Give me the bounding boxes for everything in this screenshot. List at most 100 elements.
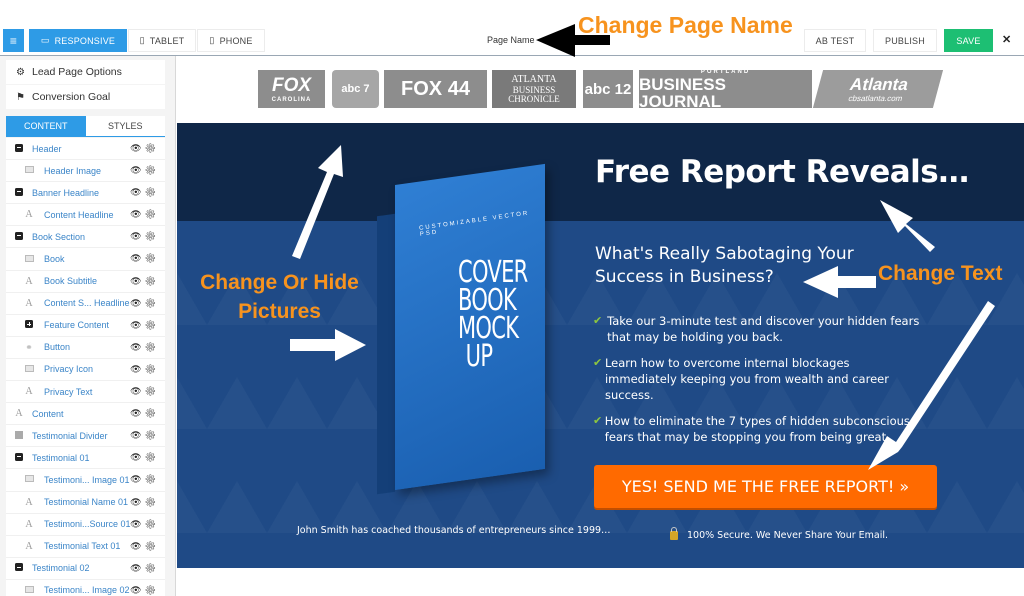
conversion-goal-label: Conversion Goal xyxy=(32,91,111,103)
logo-atlanta-business-chronicle: ATLANTA BUSINESS CHRONICLE xyxy=(492,70,576,108)
gear-icon[interactable]: ⚙ xyxy=(145,408,159,418)
subheadline[interactable]: What's Really Sabotaging Your Success in… xyxy=(595,243,895,289)
tree-item[interactable]: Testimonial 02 👁⚙ xyxy=(6,557,165,580)
eye-icon[interactable]: 👁 xyxy=(130,563,144,573)
gear-icon[interactable]: ⚙ xyxy=(145,165,159,175)
tree-item[interactable]: Header Image 👁⚙ xyxy=(6,160,165,183)
tree-item[interactable]: Feature Content 👁⚙ xyxy=(6,314,165,337)
collapse-icon[interactable] xyxy=(15,187,23,196)
collapse-icon[interactable] xyxy=(15,231,23,240)
tree-item-label: Header xyxy=(32,143,62,154)
eye-icon[interactable]: 👁 xyxy=(130,209,144,219)
logo-subtext: PORTLAND xyxy=(700,68,751,75)
tree-item[interactable]: A Privacy Text 👁⚙ xyxy=(6,381,165,404)
lead-page-options-button[interactable]: ⚙ Lead Page Options xyxy=(6,60,165,84)
feature-list[interactable]: ✔ Take our 3-minute test and discover you… xyxy=(593,313,923,455)
tree-item[interactable]: A Content 👁⚙ xyxy=(6,403,165,426)
tree-item[interactable]: A Content S... Headline 👁⚙ xyxy=(6,292,165,315)
ab-test-button[interactable]: AB TEST xyxy=(804,29,866,52)
tablet-view-button[interactable]: ▯ TABLET xyxy=(128,29,196,52)
eye-icon[interactable]: 👁 xyxy=(130,143,144,153)
book-image[interactable]: CUSTOMIZABLE VECTOR PSD COVER BOOK MOCK … xyxy=(377,163,547,495)
tree-item[interactable]: A Content Headline 👁⚙ xyxy=(6,204,165,227)
gear-icon[interactable]: ⚙ xyxy=(145,563,159,573)
gear-icon[interactable]: ⚙ xyxy=(145,276,159,286)
gear-icon[interactable]: ⚙ xyxy=(145,474,159,484)
logo-subtext: BUSINESS CHRONICLE xyxy=(508,84,560,104)
send-report-button[interactable]: YES! SEND ME THE FREE REPORT! » xyxy=(594,465,937,508)
tree-item[interactable]: Testimoni... Image 01 👁⚙ xyxy=(6,469,165,492)
eye-icon[interactable]: 👁 xyxy=(130,497,144,507)
phone-view-button[interactable]: ▯ PHONE xyxy=(197,29,265,52)
gear-icon[interactable]: ⚙ xyxy=(145,430,159,440)
tree-item[interactable]: A Book Subtitle 👁⚙ xyxy=(6,270,165,293)
tree-item[interactable]: A Testimonial Text 01 👁⚙ xyxy=(6,535,165,558)
gear-icon[interactable]: ⚙ xyxy=(145,231,159,241)
eye-icon[interactable]: 👁 xyxy=(130,276,144,286)
tree-item[interactable]: A Testimonial Name 01 👁⚙ xyxy=(6,491,165,514)
publish-button[interactable]: PUBLISH xyxy=(873,29,937,52)
gear-icon[interactable]: ⚙ xyxy=(145,209,159,219)
logo-bar[interactable]: FOX CAROLINA abc 7 FOX 44 ATLANTA BUSINESS… xyxy=(177,56,1024,123)
eye-icon[interactable]: 👁 xyxy=(130,386,144,396)
eye-icon[interactable]: 👁 xyxy=(130,320,144,330)
eye-icon[interactable]: 👁 xyxy=(130,408,144,418)
tree-item[interactable]: Book 👁⚙ xyxy=(6,248,165,271)
annotation-change-pictures: Change Or Hide Pictures xyxy=(200,271,359,323)
gear-icon[interactable]: ⚙ xyxy=(145,143,159,153)
gear-icon[interactable]: ⚙ xyxy=(145,253,159,263)
eye-icon[interactable]: 👁 xyxy=(130,298,144,308)
collapse-icon[interactable] xyxy=(15,563,23,572)
text-icon: A xyxy=(25,496,33,508)
eye-icon[interactable]: 👁 xyxy=(130,452,144,462)
gear-icon[interactable]: ⚙ xyxy=(145,519,159,529)
tree-item[interactable]: A Testimoni...Source 01 👁⚙ xyxy=(6,513,165,536)
eye-icon[interactable]: 👁 xyxy=(130,364,144,374)
eye-icon[interactable]: 👁 xyxy=(130,165,144,175)
conversion-goal-button[interactable]: ⚑ Conversion Goal xyxy=(6,85,165,109)
gear-icon[interactable]: ⚙ xyxy=(145,386,159,396)
gear-icon[interactable]: ⚙ xyxy=(145,585,159,595)
eye-icon[interactable]: 👁 xyxy=(130,342,144,352)
eye-icon[interactable]: 👁 xyxy=(130,253,144,263)
tree-item[interactable]: ⚭ Button 👁⚙ xyxy=(6,336,165,359)
tree-item[interactable]: Banner Headline 👁⚙ xyxy=(6,182,165,205)
eye-icon[interactable]: 👁 xyxy=(130,541,144,551)
feature-text: Take our 3-minute test and discover your… xyxy=(607,314,920,344)
tree-item[interactable]: Testimonial 01 👁⚙ xyxy=(6,447,165,470)
menu-button[interactable]: ≡ xyxy=(3,29,24,52)
tree-item[interactable]: Privacy Icon 👁⚙ xyxy=(6,358,165,382)
tree-item[interactable]: Testimonial Divider 👁⚙ xyxy=(6,425,165,448)
responsive-view-button[interactable]: ▭ RESPONSIVE xyxy=(29,29,127,52)
eye-icon[interactable]: 👁 xyxy=(130,519,144,529)
gear-icon[interactable]: ⚙ xyxy=(145,364,159,374)
gear-icon[interactable]: ⚙ xyxy=(145,187,159,197)
collapse-icon[interactable] xyxy=(15,143,23,152)
gear-icon[interactable]: ⚙ xyxy=(145,497,159,507)
eye-icon[interactable]: 👁 xyxy=(130,187,144,197)
gear-icon[interactable]: ⚙ xyxy=(145,541,159,551)
tab-content[interactable]: CONTENT xyxy=(6,116,86,136)
tree-item[interactable]: Testimoni... Image 02 👁⚙ xyxy=(6,579,165,596)
check-icon: ✔ xyxy=(593,356,603,369)
eye-icon[interactable]: 👁 xyxy=(130,430,144,440)
eye-icon[interactable]: 👁 xyxy=(130,585,144,595)
gear-icon[interactable]: ⚙ xyxy=(145,320,159,330)
text-icon: A xyxy=(25,386,33,398)
book-subtitle[interactable]: John Smith has coached thousands of entr… xyxy=(297,525,611,536)
headline[interactable]: Free Report Reveals… xyxy=(595,154,969,190)
close-icon[interactable]: ✕ xyxy=(1002,33,1011,46)
tree-item[interactable]: Header 👁⚙ xyxy=(6,138,165,161)
tree-item[interactable]: Book Section 👁⚙ xyxy=(6,226,165,249)
link-icon: ⚭ xyxy=(25,341,33,352)
eye-icon[interactable]: 👁 xyxy=(130,474,144,484)
gear-icon[interactable]: ⚙ xyxy=(145,298,159,308)
gear-icon[interactable]: ⚙ xyxy=(145,452,159,462)
save-button[interactable]: SAVE xyxy=(944,29,993,52)
gear-icon[interactable]: ⚙ xyxy=(145,342,159,352)
page-name-field[interactable]: Page Name xyxy=(487,35,535,45)
eye-icon[interactable]: 👁 xyxy=(130,231,144,241)
expand-icon[interactable] xyxy=(25,320,33,329)
tab-styles[interactable]: STYLES xyxy=(86,116,166,136)
collapse-icon[interactable] xyxy=(15,452,23,461)
